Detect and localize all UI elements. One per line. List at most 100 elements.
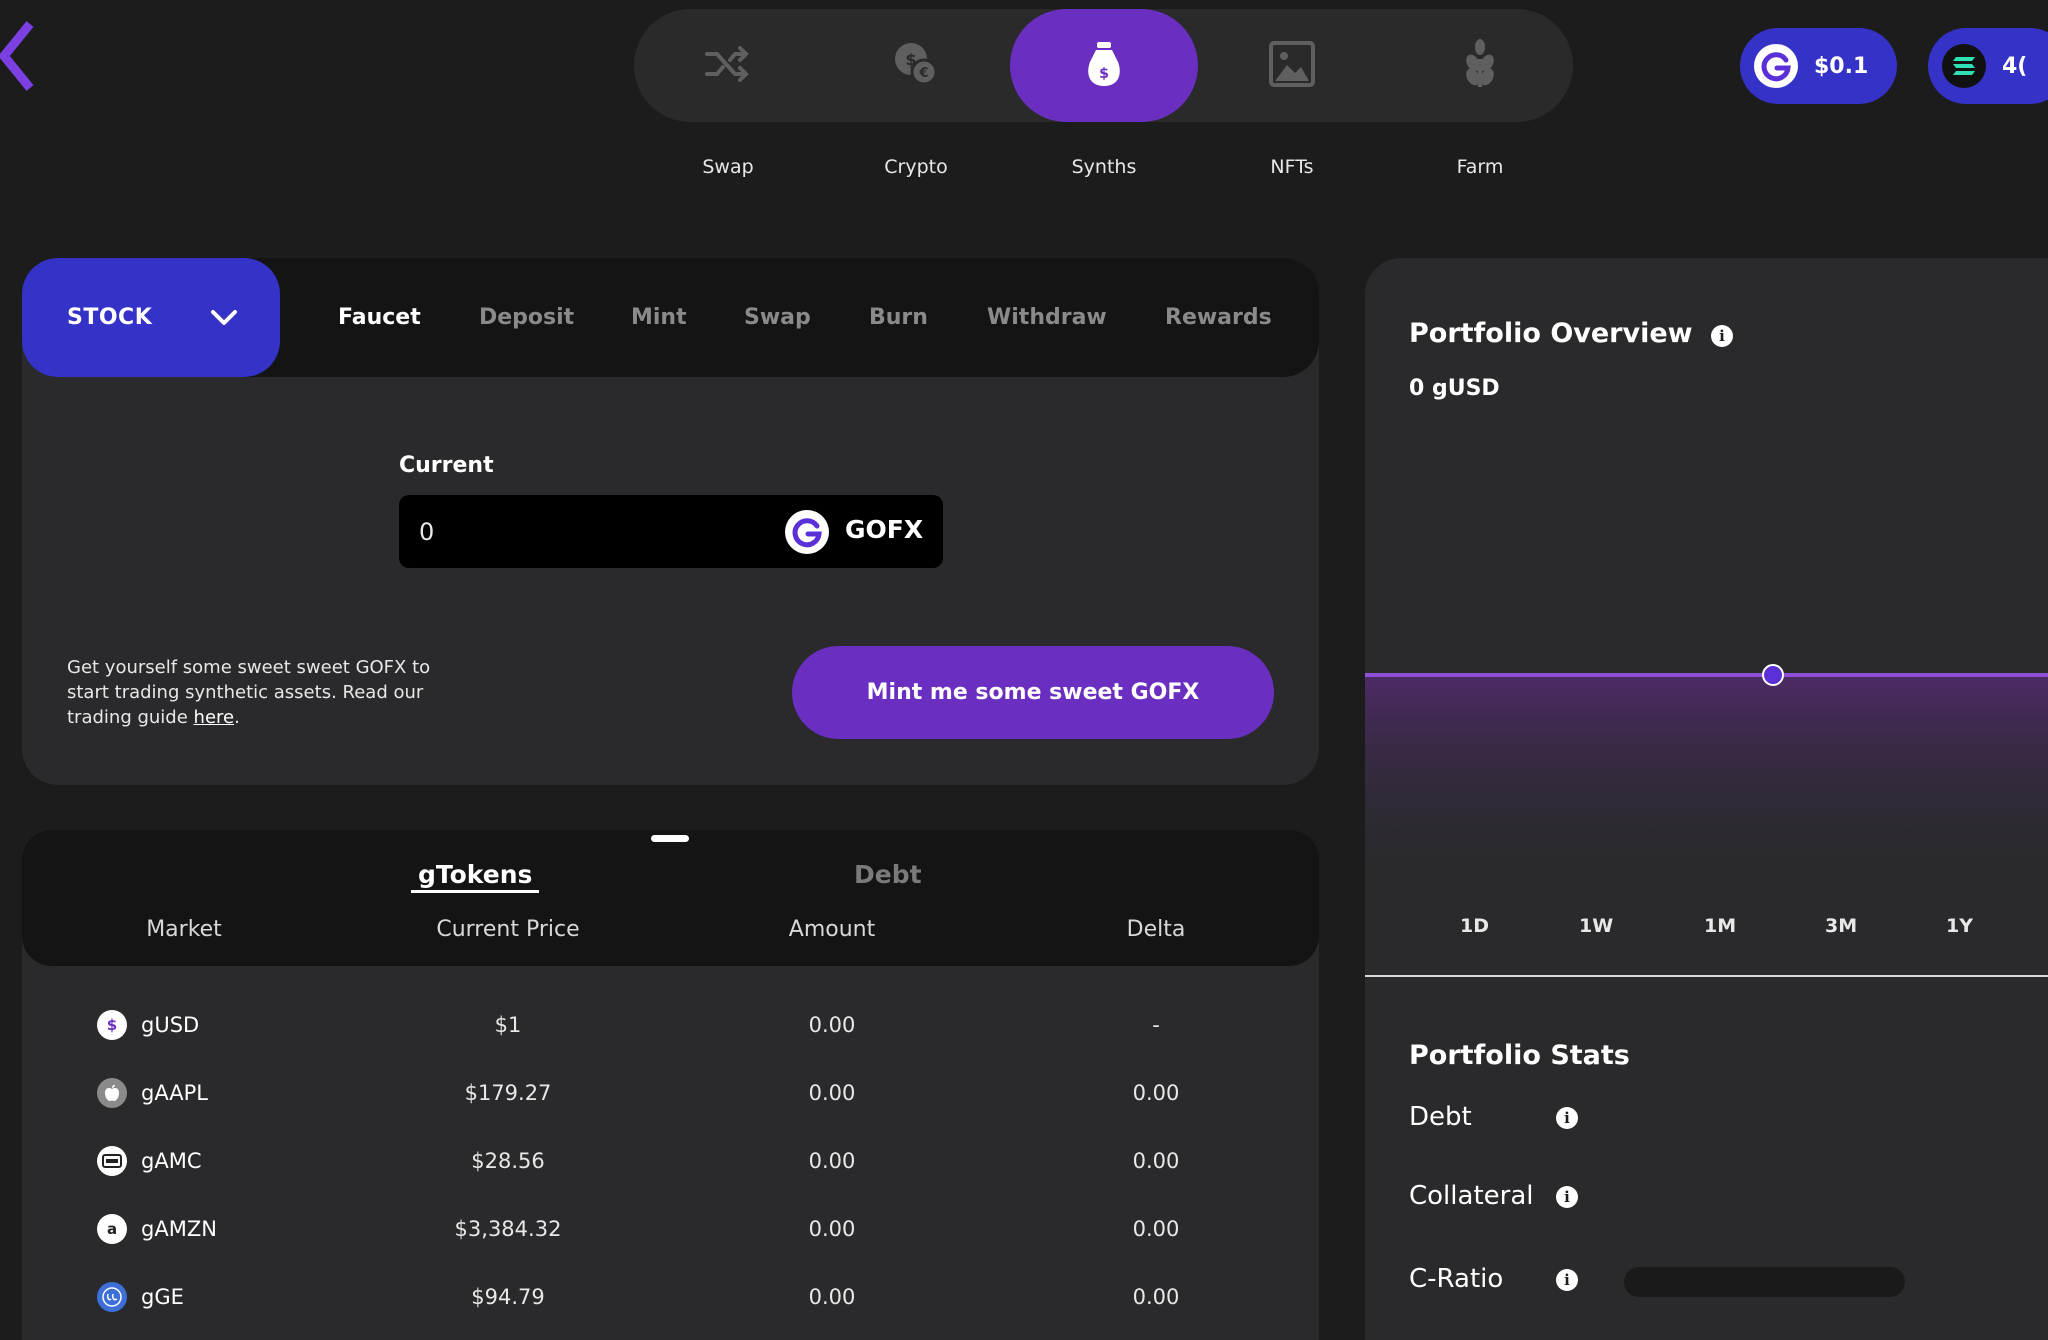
column-current-price: Current Price	[436, 917, 580, 942]
table-body-bg	[22, 930, 1319, 1340]
amazon-icon: a	[97, 1214, 127, 1244]
tab-debt[interactable]: Debt	[854, 860, 922, 889]
market-cell: gAAPL	[97, 1078, 208, 1108]
chart-area-fill	[1365, 675, 2048, 885]
range-1w-button[interactable]: 1W	[1579, 915, 1613, 937]
tab-deposit[interactable]: Deposit	[479, 258, 574, 377]
amount-cell: 0.00	[808, 1217, 856, 1241]
svg-text:$: $	[905, 50, 916, 69]
wallet-balance-pill[interactable]: 4(	[1928, 28, 2048, 104]
tab-swap[interactable]: Swap	[744, 258, 811, 377]
current-label: Current	[399, 453, 494, 478]
portfolio-chart	[1365, 664, 2048, 885]
svg-text:€: €	[918, 66, 928, 81]
main-nav: $ € $	[634, 9, 1573, 122]
market-name: gUSD	[141, 1013, 200, 1037]
market-cell: gAMC	[97, 1146, 201, 1176]
wallet-balance: 4(	[2002, 53, 2028, 79]
solana-logo-icon	[1942, 44, 1986, 88]
mint-gofx-button[interactable]: Mint me some sweet GOFX	[792, 646, 1274, 739]
price-cell: $28.56	[471, 1149, 545, 1173]
column-amount: Amount	[788, 917, 876, 942]
stat-debt-label: Debt	[1409, 1102, 1472, 1132]
nav-crypto-label[interactable]: Crypto	[822, 156, 1010, 178]
info-icon[interactable]: i	[1556, 1186, 1578, 1208]
money-bag-icon: $	[1084, 40, 1124, 92]
nav-synths-label[interactable]: Synths	[1010, 156, 1198, 178]
info-icon[interactable]: i	[1556, 1269, 1578, 1291]
stat-collateral-label: Collateral	[1409, 1181, 1534, 1211]
nav-nfts-button[interactable]	[1198, 9, 1386, 122]
tab-withdraw[interactable]: Withdraw	[987, 258, 1107, 377]
nav-farm-label[interactable]: Farm	[1386, 156, 1574, 178]
current-amount-value: 0	[419, 517, 435, 546]
drag-handle[interactable]	[651, 835, 689, 842]
apple-icon	[97, 1078, 127, 1108]
price-cell: $3,384.32	[454, 1217, 562, 1241]
ge-icon	[97, 1282, 127, 1312]
faucet-desc-text: Get yourself some sweet sweet GOFX to st…	[67, 657, 431, 728]
delta-cell: 0.00	[1132, 1081, 1180, 1105]
chevron-down-icon	[210, 308, 238, 333]
tab-mint[interactable]: Mint	[631, 258, 687, 377]
gofx-logo-icon	[1754, 44, 1798, 88]
column-market: Market	[146, 917, 222, 942]
nav-swap-button[interactable]	[634, 9, 822, 122]
amount-cell: 0.00	[808, 1285, 856, 1309]
nav-nfts-label[interactable]: NFTs	[1198, 156, 1386, 178]
nav-crypto-button[interactable]: $ €	[822, 9, 1010, 122]
range-1d-button[interactable]: 1D	[1460, 915, 1489, 937]
market-name: gGE	[141, 1285, 184, 1309]
market-cell: a gAMZN	[97, 1214, 217, 1244]
nav-swap-label[interactable]: Swap	[634, 156, 822, 178]
info-icon[interactable]: i	[1556, 1107, 1578, 1129]
market-name: gAMZN	[141, 1217, 217, 1241]
portfolio-value: 0 gUSD	[1409, 376, 1500, 401]
nav-farm-button[interactable]	[1386, 9, 1574, 122]
chart-point-marker[interactable]	[1762, 664, 1784, 686]
market-name: gAMC	[141, 1149, 202, 1173]
dollar-icon: $	[97, 1010, 127, 1040]
active-tab-underline	[411, 890, 539, 893]
shuffle-icon	[703, 44, 753, 88]
info-icon[interactable]: i	[1711, 325, 1733, 347]
faucet-desc-suffix: .	[234, 707, 240, 728]
table-header	[22, 830, 1319, 966]
delta-cell: 0.00	[1132, 1285, 1180, 1309]
range-3m-button[interactable]: 3M	[1825, 915, 1857, 937]
tab-faucet[interactable]: Faucet	[338, 258, 421, 377]
tab-rewards[interactable]: Rewards	[1165, 258, 1272, 377]
tab-gtokens[interactable]: gTokens	[418, 860, 532, 889]
divider	[1365, 975, 2048, 977]
amc-icon	[97, 1146, 127, 1176]
amount-cell: 0.00	[808, 1013, 856, 1037]
image-icon	[1269, 40, 1315, 91]
range-1y-button[interactable]: 1Y	[1946, 915, 1973, 937]
portfolio-overview-title: Portfolio Overview	[1409, 318, 1693, 349]
delta-cell: 0.00	[1132, 1217, 1180, 1241]
gofx-price-pill[interactable]: $0.1	[1740, 28, 1897, 104]
stat-cratio-label: C-Ratio	[1409, 1264, 1504, 1294]
c-ratio-bar	[1624, 1267, 1905, 1297]
trading-guide-link[interactable]: here	[194, 707, 235, 728]
tab-burn[interactable]: Burn	[869, 258, 928, 377]
coins-icon: $ €	[891, 39, 941, 93]
portfolio-stats-title: Portfolio Stats	[1409, 1040, 1630, 1071]
nav-synths-button[interactable]: $	[1010, 9, 1198, 122]
gofx-price: $0.1	[1814, 53, 1869, 79]
market-cell: $ gUSD	[97, 1010, 199, 1040]
market-select-value: STOCK	[67, 305, 153, 330]
faucet-description: Get yourself some sweet sweet GOFX to st…	[67, 655, 447, 730]
delta-cell: -	[1152, 1013, 1160, 1037]
market-name: gAAPL	[141, 1081, 209, 1105]
plant-icon	[1465, 38, 1495, 93]
back-arrow-icon[interactable]	[0, 20, 40, 92]
price-cell: $179.27	[464, 1081, 552, 1105]
price-cell: $1	[494, 1013, 522, 1037]
range-1m-button[interactable]: 1M	[1704, 915, 1736, 937]
market-select-dropdown[interactable]: STOCK	[22, 258, 280, 377]
delta-cell: 0.00	[1132, 1149, 1180, 1173]
price-cell: $94.79	[471, 1285, 545, 1309]
amount-cell: 0.00	[808, 1149, 856, 1173]
amount-cell: 0.00	[808, 1081, 856, 1105]
